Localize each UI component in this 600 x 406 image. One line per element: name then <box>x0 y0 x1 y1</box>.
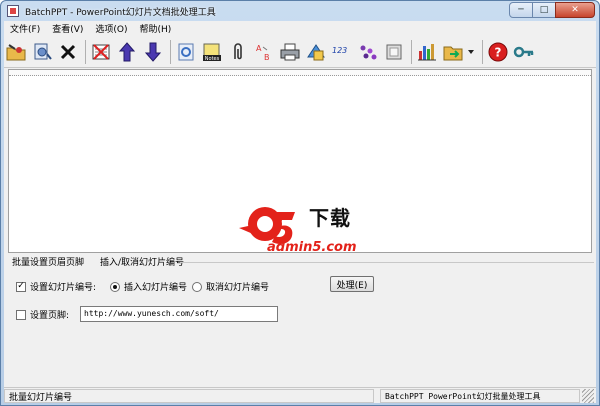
cancel-number-label: 取消幻灯片编号 <box>206 283 270 293</box>
numbering-icon[interactable]: 123 <box>330 39 354 65</box>
svg-text:?: ? <box>495 45 502 59</box>
tab-header-footer[interactable]: 批量设置页眉页脚 <box>4 255 92 268</box>
help-icon[interactable]: ? <box>486 39 510 65</box>
footer-row: 设置页脚: <box>16 308 69 321</box>
tab-slide-numbering[interactable]: 插入/取消幻灯片编号 <box>92 255 192 268</box>
slide-number-checkbox[interactable]: ✓ <box>16 281 26 292</box>
shapes-icon[interactable] <box>356 39 380 65</box>
watermark-title: 下载 <box>309 206 351 230</box>
watermark-url: admin5.com <box>267 240 357 255</box>
footer-checkbox[interactable] <box>16 309 26 320</box>
background-icon[interactable] <box>174 39 198 65</box>
open-folder-icon[interactable] <box>4 39 28 65</box>
application-window: BatchPPT - PowerPoint幻灯片文档批处理工具 ─ □ ✕ 文件… <box>0 0 600 406</box>
insert-number-label: 插入幻灯片编号 <box>124 283 188 293</box>
toolbar: Notes AB 123 ? <box>4 36 596 68</box>
delete-icon[interactable] <box>56 39 80 65</box>
text-replace-icon[interactable]: AB <box>252 39 276 65</box>
maximize-button[interactable]: □ <box>532 2 556 18</box>
layout-icon[interactable] <box>304 39 328 65</box>
slide-number-row: ✓ 设置幻灯片编号: <box>16 280 96 293</box>
export-icon[interactable] <box>441 39 465 65</box>
minimize-button[interactable]: ─ <box>509 2 533 18</box>
window-controls: ─ □ ✕ <box>509 2 595 18</box>
menu-options[interactable]: 选项(O) <box>89 22 133 35</box>
status-text-right: BatchPPT PowerPoint幻灯批量处理工具 <box>380 389 580 403</box>
export-dropdown-chevron-down-icon[interactable] <box>467 39 475 65</box>
remove-list-icon[interactable] <box>89 39 113 65</box>
svg-text:A: A <box>256 44 262 53</box>
close-button[interactable]: ✕ <box>555 2 595 18</box>
menu-view[interactable]: 查看(V) <box>46 22 89 35</box>
title-bar[interactable]: BatchPPT - PowerPoint幻灯片文档批处理工具 ─ □ ✕ <box>1 1 599 21</box>
menu-bar: 文件(F) 查看(V) 选项(O) 帮助(H) <box>4 21 596 36</box>
tab-divider <box>180 262 594 263</box>
tab-strip: 批量设置页眉页脚 插入/取消幻灯片编号 <box>4 254 596 268</box>
app-icon[interactable] <box>7 5 19 17</box>
client-area: 文件(F) 查看(V) 选项(O) 帮助(H) Notes A B 123 ? … <box>4 21 596 403</box>
menu-file[interactable]: 文件(F) <box>4 22 46 35</box>
svg-text:B: B <box>264 53 270 62</box>
options-panel: ✓ 设置幻灯片编号: 插入幻灯片编号 取消幻灯片编号 处理(E) 设置页脚: h… <box>4 268 596 402</box>
footer-input[interactable]: http://www.yunesch.com/soft/ <box>80 306 278 322</box>
notes-icon[interactable]: Notes <box>200 39 224 65</box>
cancel-number-radio[interactable] <box>192 281 202 292</box>
list-header[interactable] <box>9 70 591 76</box>
add-files-icon[interactable] <box>30 39 54 65</box>
process-button[interactable]: 处理(E) <box>330 276 374 292</box>
key-icon[interactable] <box>512 39 536 65</box>
toolbar-separator <box>482 39 483 64</box>
toolbar-separator <box>411 39 412 64</box>
slide-number-label: 设置幻灯片编号: <box>30 283 97 293</box>
window-title: BatchPPT - PowerPoint幻灯片文档批处理工具 <box>25 7 216 18</box>
toolbar-separator <box>170 39 171 64</box>
notes-label: Notes <box>205 56 220 62</box>
slide-icon[interactable] <box>382 39 406 65</box>
insert-number-radio[interactable] <box>110 281 120 292</box>
print-icon[interactable] <box>278 39 302 65</box>
menu-help[interactable]: 帮助(H) <box>134 22 178 35</box>
chart-icon[interactable] <box>415 39 439 65</box>
numbering-label: 123 <box>332 46 347 55</box>
toolbar-separator <box>85 39 86 64</box>
attachment-icon[interactable] <box>226 39 250 65</box>
cancel-radio-row: 取消幻灯片编号 <box>192 280 269 293</box>
insert-radio-row: 插入幻灯片编号 <box>110 280 187 293</box>
file-list[interactable]: a5 下载 admin5.com <box>8 69 592 255</box>
move-down-icon[interactable] <box>141 39 165 65</box>
resize-grip-icon[interactable] <box>582 389 594 403</box>
footer-label: 设置页脚: <box>30 311 70 321</box>
status-text-left: 批量幻灯片编号 <box>4 389 374 403</box>
move-up-icon[interactable] <box>115 39 139 65</box>
status-bar: 批量幻灯片编号 BatchPPT PowerPoint幻灯批量处理工具 <box>4 387 596 403</box>
